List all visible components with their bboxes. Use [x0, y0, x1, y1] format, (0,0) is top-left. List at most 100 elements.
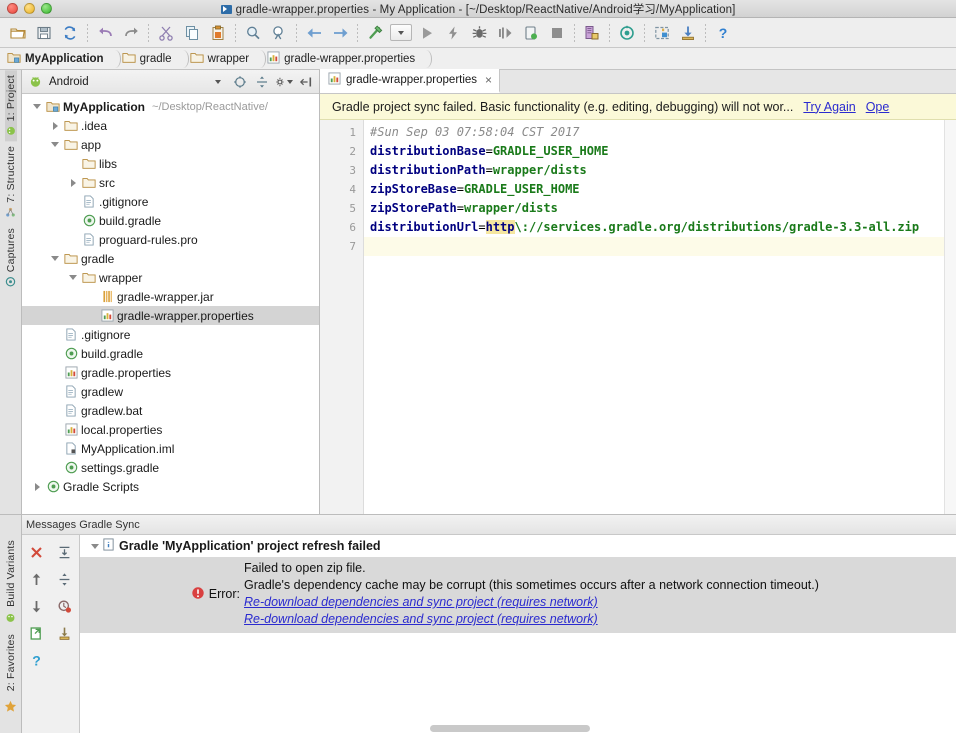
messages-content[interactable]: Gradle 'MyApplication' project refresh f…: [80, 535, 956, 733]
horizontal-scrollbar[interactable]: [430, 725, 590, 732]
chevron-down-icon[interactable]: [48, 256, 62, 261]
cut-icon[interactable]: [153, 21, 179, 45]
collapse-all-icon[interactable]: [253, 73, 271, 91]
find-icon[interactable]: [240, 21, 266, 45]
help-icon[interactable]: ?: [22, 647, 51, 674]
zoom-window-button[interactable]: [41, 3, 52, 14]
scroll-up-icon[interactable]: [22, 566, 51, 593]
undo-icon[interactable]: [92, 21, 118, 45]
sync-icon[interactable]: [57, 21, 83, 45]
sidebar-item-captures[interactable]: Captures: [5, 223, 17, 292]
tree-row[interactable]: gradle-wrapper.properties: [22, 306, 319, 325]
redownload-link-1[interactable]: Re-download dependencies and sync projec…: [244, 594, 956, 611]
tree-row[interactable]: gradle.properties: [22, 363, 319, 382]
expand-all-icon[interactable]: [51, 539, 80, 566]
collapse-all-icon[interactable]: [51, 566, 80, 593]
tree-row[interactable]: MyApplication ~/Desktop/ReactNative/: [22, 97, 319, 116]
target-scroll-from-source-icon[interactable]: [231, 73, 249, 91]
tree-row[interactable]: Gradle Scripts: [22, 477, 319, 496]
tree-row[interactable]: .gitignore: [22, 192, 319, 211]
build-hammer-icon[interactable]: [362, 21, 388, 45]
profile-icon[interactable]: [518, 21, 544, 45]
project-view-selector[interactable]: Android: [26, 73, 227, 91]
messages-error-row[interactable]: Error: Failed to open zip file. Gradle's…: [80, 557, 956, 633]
tree-row[interactable]: gradlew: [22, 382, 319, 401]
breadcrumb-item-file[interactable]: gradle-wrapper.properties: [267, 48, 419, 70]
tree-row[interactable]: gradle-wrapper.jar: [22, 287, 319, 306]
window-controls[interactable]: [0, 3, 52, 14]
tree-row[interactable]: app: [22, 135, 319, 154]
code-line[interactable]: distributionPath=wrapper/dists: [364, 161, 956, 180]
tree-row[interactable]: MyApplication.iml: [22, 439, 319, 458]
chevron-down-icon[interactable]: [88, 543, 102, 549]
export-icon[interactable]: [22, 620, 51, 647]
code-line[interactable]: distributionBase=GRADLE_USER_HOME: [364, 142, 956, 161]
code-line[interactable]: zipStoreBase=GRADLE_USER_HOME: [364, 180, 956, 199]
paste-icon[interactable]: [205, 21, 231, 45]
tree-row[interactable]: gradlew.bat: [22, 401, 319, 420]
save-all-icon[interactable]: [31, 21, 57, 45]
filter-errors-icon[interactable]: [51, 593, 80, 620]
tree-row[interactable]: build.gradle: [22, 211, 319, 230]
editor-tab-gradle-wrapper-properties[interactable]: gradle-wrapper.properties ×: [320, 69, 501, 93]
copy-icon[interactable]: [179, 21, 205, 45]
back-icon[interactable]: [301, 21, 327, 45]
sidebar-item-favorites[interactable]: 2: Favorites: [5, 629, 17, 696]
run-icon[interactable]: [414, 21, 440, 45]
sidebar-item-structure[interactable]: 7: Structure: [5, 141, 17, 223]
chevron-right-icon[interactable]: [66, 178, 80, 187]
tree-row[interactable]: src: [22, 173, 319, 192]
redo-icon[interactable]: [118, 21, 144, 45]
stop-icon[interactable]: [544, 21, 570, 45]
replace-icon[interactable]: [266, 21, 292, 45]
breadcrumb-item-myapplication[interactable]: MyApplication: [7, 48, 108, 70]
redownload-link-2[interactable]: Re-download dependencies and sync projec…: [244, 611, 956, 628]
breadcrumb-item-gradle[interactable]: gradle: [122, 48, 176, 70]
minimize-window-button[interactable]: [24, 3, 35, 14]
run-config-dropdown[interactable]: [388, 21, 414, 45]
code-line[interactable]: zipStorePath=wrapper/dists: [364, 199, 956, 218]
sync-gradle-icon[interactable]: [675, 21, 701, 45]
settings-gear-icon[interactable]: [275, 73, 293, 91]
avd-manager-icon[interactable]: [614, 21, 640, 45]
tree-row[interactable]: settings.gradle: [22, 458, 319, 477]
tree-row[interactable]: build.gradle: [22, 344, 319, 363]
code-editor[interactable]: 1 2 3 4 5 6 7 #Sun Sep 03 07:58:04 CST 2017 dis…: [320, 120, 956, 514]
tree-row[interactable]: gradle: [22, 249, 319, 268]
close-window-button[interactable]: [7, 3, 18, 14]
instant-run-icon[interactable]: [492, 21, 518, 45]
tree-row[interactable]: .idea: [22, 116, 319, 135]
tree-row[interactable]: wrapper: [22, 268, 319, 287]
breadcrumb-item-wrapper[interactable]: wrapper: [190, 48, 254, 70]
code-line[interactable]: #Sun Sep 03 07:58:04 CST 2017: [364, 123, 956, 142]
close-messages-icon[interactable]: [22, 539, 51, 566]
chevron-right-icon[interactable]: [48, 121, 62, 130]
chevron-down-icon[interactable]: [30, 104, 44, 109]
try-again-link[interactable]: Try Again: [803, 100, 855, 114]
scroll-down-icon[interactable]: [22, 593, 51, 620]
chevron-down-icon[interactable]: [48, 142, 62, 147]
open-folder-icon[interactable]: [5, 21, 31, 45]
tree-row[interactable]: libs: [22, 154, 319, 173]
help-icon[interactable]: ?: [710, 21, 736, 45]
open-link[interactable]: Ope: [866, 100, 890, 114]
code-content[interactable]: #Sun Sep 03 07:58:04 CST 2017 distributio…: [364, 120, 956, 514]
chevron-down-icon[interactable]: [215, 79, 221, 84]
layout-inspector-icon[interactable]: [649, 21, 675, 45]
debug-icon[interactable]: [440, 21, 466, 45]
sidebar-item-project[interactable]: 1: Project: [4, 70, 17, 142]
sdk-manager-icon[interactable]: [579, 21, 605, 45]
project-tree[interactable]: MyApplication ~/Desktop/ReactNative/ .idea…: [22, 94, 319, 514]
tree-row[interactable]: .gitignore: [22, 325, 319, 344]
tree-row[interactable]: local.properties: [22, 420, 319, 439]
forward-icon[interactable]: [327, 21, 353, 45]
messages-root-row[interactable]: Gradle 'MyApplication' project refresh f…: [80, 535, 956, 557]
tree-row[interactable]: proguard-rules.pro: [22, 230, 319, 249]
hide-panel-icon[interactable]: [297, 73, 315, 91]
close-icon[interactable]: ×: [485, 73, 492, 87]
sidebar-item-build-variants[interactable]: Build Variants: [5, 535, 17, 609]
chevron-down-icon[interactable]: [66, 275, 80, 280]
attach-debugger-icon[interactable]: [466, 21, 492, 45]
editor-marker-bar[interactable]: [944, 120, 956, 514]
code-line[interactable]: [364, 237, 956, 256]
